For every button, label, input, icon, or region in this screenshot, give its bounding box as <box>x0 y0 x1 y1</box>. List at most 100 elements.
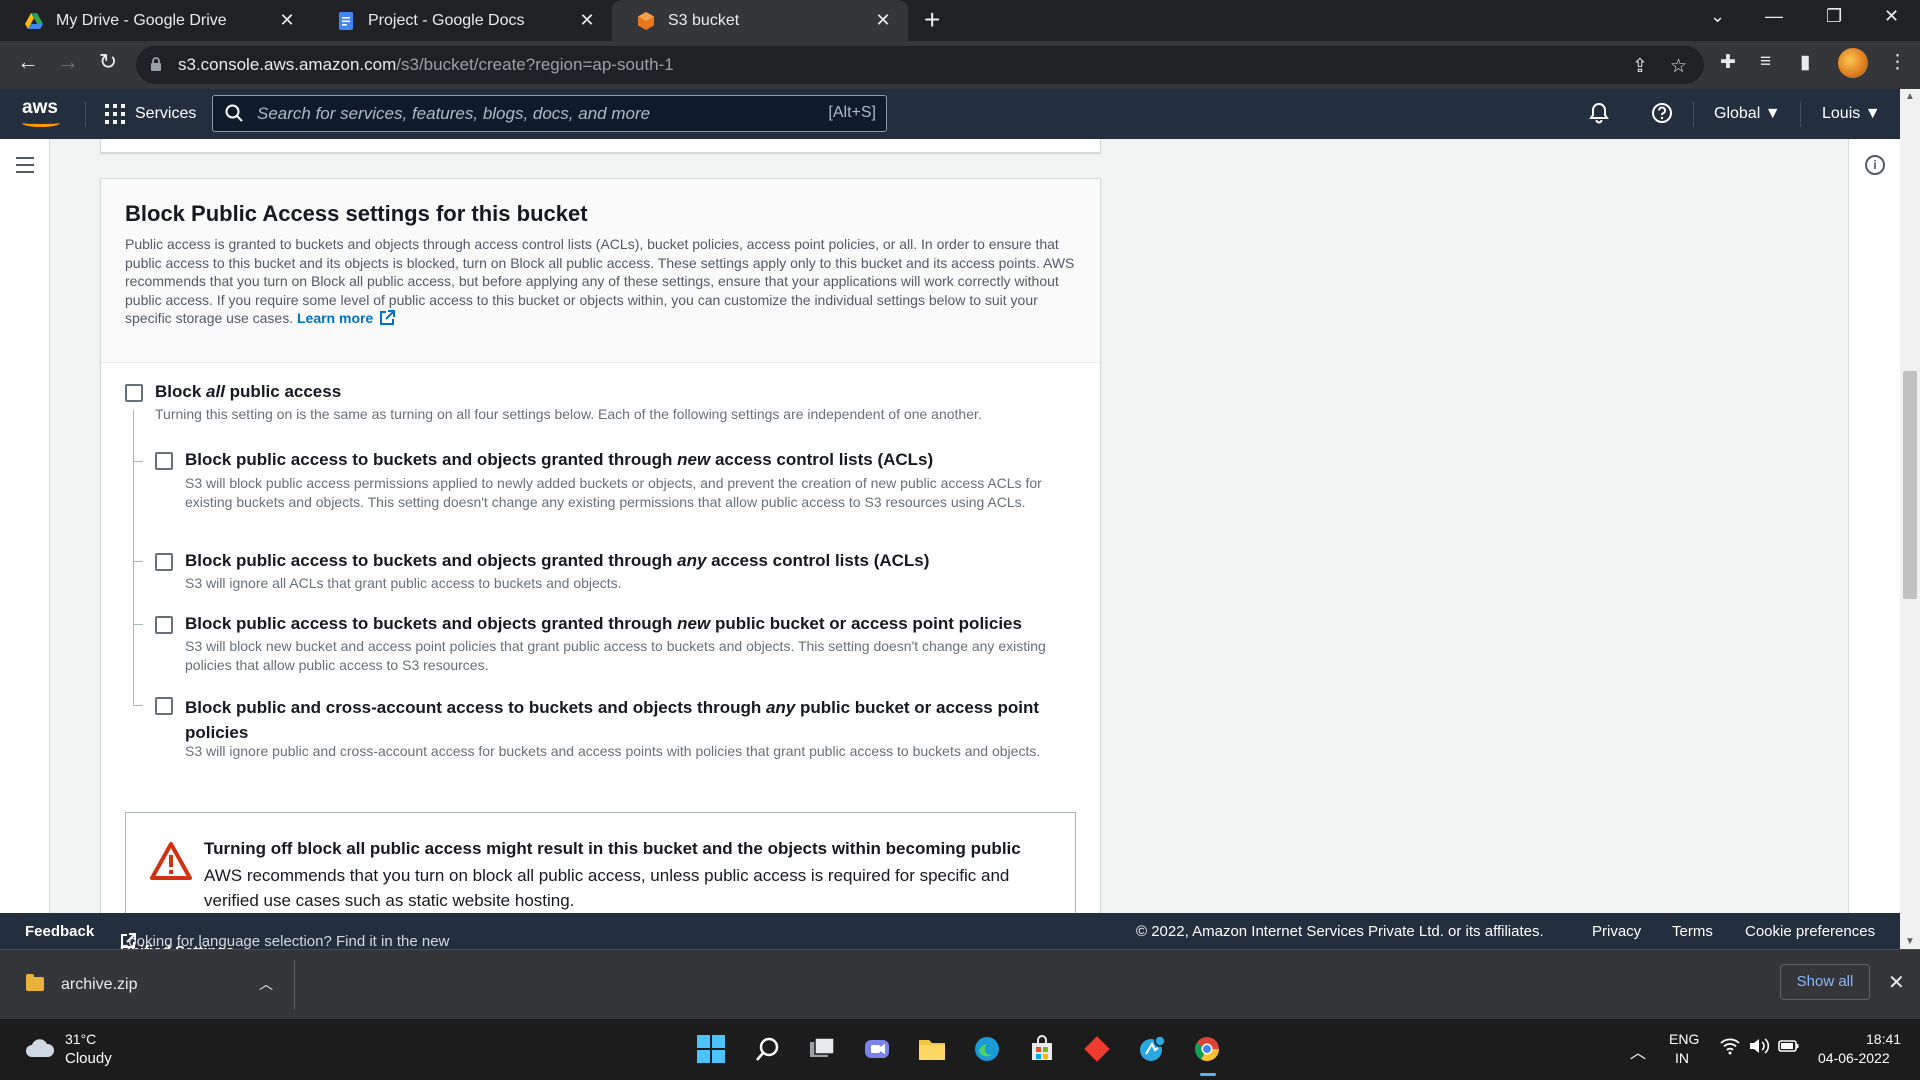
scroll-up-arrow-icon[interactable]: ▲ <box>1905 91 1915 102</box>
chrome-browser-icon[interactable] <box>1191 1033 1223 1065</box>
help-icon[interactable] <box>1651 102 1673 130</box>
windows-start-icon[interactable] <box>695 1033 727 1065</box>
address-bar[interactable]: s3.console.aws.amazon.com/s3/bucket/crea… <box>136 46 1704 84</box>
aws-top-navigation: aws Services [Alt+S] Global ▼ Louis ▼ <box>0 89 1900 139</box>
tab-title: My Drive - Google Drive <box>56 11 227 29</box>
warning-text: AWS recommends that you turn on block al… <box>204 866 1010 910</box>
task-view-icon[interactable] <box>806 1033 838 1065</box>
restore-icon[interactable]: ❐ <box>1826 6 1842 27</box>
messaging-app-icon[interactable] <box>1136 1033 1168 1065</box>
tree-connector <box>133 561 143 562</box>
search-input[interactable] <box>257 102 797 126</box>
aws-logo-smile <box>22 119 60 127</box>
block-public-access-card: Block Public Access settings for this bu… <box>100 178 1101 918</box>
media-controls-icon[interactable]: ≡ <box>1760 51 1771 73</box>
new-tab-icon[interactable]: + <box>924 6 940 34</box>
block-any-acls-description: S3 will ignore all ACLs that grant publi… <box>185 575 622 591</box>
label-prefix: Block public access to buckets and objec… <box>185 614 678 633</box>
hamburger-menu-icon[interactable] <box>16 157 34 178</box>
git-app-icon[interactable] <box>1081 1033 1113 1065</box>
reload-icon[interactable]: ↻ <box>92 49 124 75</box>
block-new-acls-checkbox[interactable] <box>155 452 173 470</box>
extensions-icon[interactable]: ✚ <box>1720 51 1736 74</box>
edge-browser-icon[interactable] <box>971 1033 1003 1065</box>
aws-console-footer: Feedback Looking for language selection?… <box>0 913 1900 960</box>
feedback-link[interactable]: Feedback <box>25 923 94 940</box>
block-all-description: Turning this setting on is the same as t… <box>155 406 982 422</box>
notifications-bell-icon[interactable] <box>1588 102 1610 130</box>
browser-toolbar: ← → ↻ s3.console.aws.amazon.com/s3/bucke… <box>0 41 1920 89</box>
services-grid-icon[interactable] <box>105 104 125 124</box>
search-icon[interactable] <box>752 1033 784 1065</box>
block-all-public-access-checkbox[interactable] <box>125 384 143 402</box>
side-panel-icon[interactable]: ▮ <box>1800 51 1810 74</box>
input-language[interactable]: ENG <box>1669 1031 1699 1047</box>
download-file-name: archive.zip <box>61 976 138 993</box>
close-tab-icon[interactable]: ✕ <box>576 10 598 31</box>
wifi-icon[interactable] <box>1720 1037 1740 1058</box>
show-all-downloads-button[interactable]: Show all <box>1780 964 1870 1000</box>
right-help-rail: i <box>1848 139 1900 913</box>
divider <box>85 101 86 127</box>
scrollbar-thumb[interactable] <box>1903 371 1917 599</box>
volume-icon[interactable] <box>1748 1037 1770 1058</box>
block-any-acls-checkbox[interactable] <box>155 553 173 571</box>
block-new-policies-label[interactable]: Block public access to buckets and objec… <box>185 614 1022 634</box>
tab-s3-bucket[interactable]: S3 bucket ✕ <box>612 0 908 41</box>
teams-chat-icon[interactable] <box>861 1033 893 1065</box>
block-cross-account-label[interactable]: Block public and cross-account access to… <box>185 695 1075 745</box>
services-menu-button[interactable]: Services <box>135 105 196 123</box>
cloud-weather-icon[interactable] <box>24 1037 56 1059</box>
cookie-preferences-link[interactable]: Cookie preferences <box>1745 923 1875 940</box>
label-emphasis: new <box>677 450 711 469</box>
profile-avatar[interactable] <box>1838 48 1868 78</box>
block-new-policies-checkbox[interactable] <box>155 616 173 634</box>
section-title: Block Public Access settings for this bu… <box>125 201 588 226</box>
chrome-menu-icon[interactable]: ⋮ <box>1888 51 1907 74</box>
left-navigation-rail <box>0 139 50 913</box>
forward-icon[interactable]: → <box>52 49 84 75</box>
block-all-public-access-label[interactable]: Block all public access <box>155 382 341 402</box>
block-cross-account-checkbox[interactable] <box>155 697 173 715</box>
description-text: Public access is granted to buckets and … <box>125 236 1075 326</box>
weather-condition: Cloudy <box>65 1050 112 1067</box>
aws-logo[interactable]: aws <box>22 97 58 119</box>
share-icon[interactable]: ⇪ <box>1632 55 1648 78</box>
region-selector[interactable]: Global ▼ <box>1714 105 1781 123</box>
block-new-acls-label[interactable]: Block public access to buckets and objec… <box>185 450 933 470</box>
info-icon[interactable]: i <box>1865 155 1885 175</box>
tab-google-drive[interactable]: My Drive - Google Drive ✕ <box>0 0 312 41</box>
clock-time[interactable]: 18:41 <box>1866 1031 1901 1047</box>
tab-google-docs[interactable]: Project - Google Docs ✕ <box>312 0 612 41</box>
battery-icon[interactable] <box>1778 1037 1800 1058</box>
terms-link[interactable]: Terms <box>1672 923 1713 940</box>
chevron-up-icon[interactable]: ︿ <box>1630 1039 1646 1063</box>
close-window-icon[interactable]: ✕ <box>1884 6 1899 27</box>
tab-search-icon[interactable]: ⌄ <box>1710 6 1725 27</box>
user-name: Louis <box>1822 105 1861 122</box>
clock-date[interactable]: 04-06-2022 <box>1818 1050 1890 1066</box>
divider <box>1800 101 1801 127</box>
input-region[interactable]: IN <box>1675 1050 1689 1066</box>
microsoft-store-icon[interactable] <box>1026 1033 1058 1065</box>
close-download-shelf-icon[interactable]: ✕ <box>1888 970 1905 995</box>
account-menu[interactable]: Louis ▼ <box>1822 105 1881 123</box>
file-explorer-icon[interactable] <box>916 1033 948 1065</box>
learn-more-link[interactable]: Learn more <box>297 310 396 326</box>
scroll-down-arrow-icon[interactable]: ▼ <box>1905 936 1915 947</box>
minimize-icon[interactable]: — <box>1765 6 1783 27</box>
close-tab-icon[interactable]: ✕ <box>276 10 298 31</box>
back-icon[interactable]: ← <box>12 49 44 75</box>
block-any-acls-label[interactable]: Block public access to buckets and objec… <box>185 551 929 571</box>
close-tab-icon[interactable]: ✕ <box>872 10 894 31</box>
bookmark-star-icon[interactable]: ☆ <box>1670 55 1687 78</box>
block-new-policies-description: S3 will block new bucket and access poin… <box>185 638 1046 673</box>
chevron-up-icon[interactable]: ︿ <box>259 974 273 994</box>
privacy-link[interactable]: Privacy <box>1592 923 1641 940</box>
tree-connector <box>133 705 143 706</box>
region-label: Global <box>1714 105 1761 122</box>
external-link-icon <box>380 310 396 325</box>
page-scrollbar[interactable]: ▲ ▼ <box>1900 89 1920 949</box>
aws-s3-icon <box>636 11 656 31</box>
aws-search-box[interactable]: [Alt+S] <box>212 95 887 132</box>
